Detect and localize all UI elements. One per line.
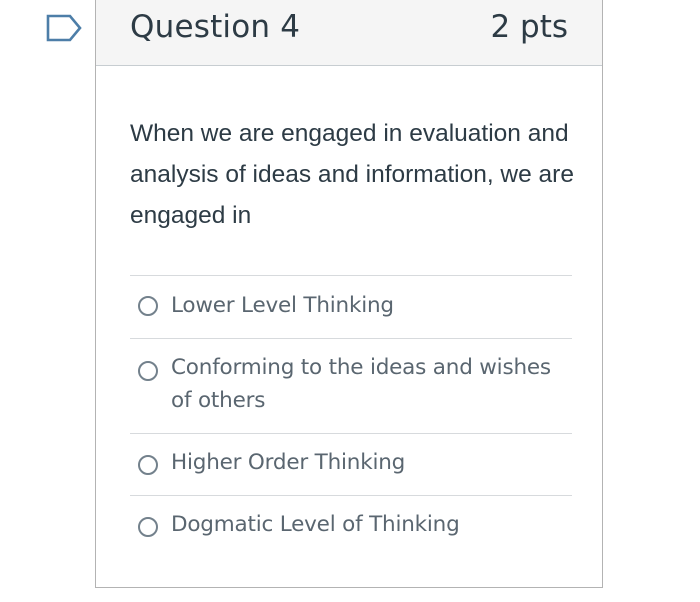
answer-option-3[interactable]: Higher Order Thinking (130, 433, 572, 495)
answer-label: Lower Level Thinking (171, 293, 394, 318)
answer-label: Conforming to the ideas and wishes of ot… (171, 355, 551, 413)
question-card: Question 4 2 pts When we are engaged in … (95, 0, 603, 588)
answer-option-4[interactable]: Dogmatic Level of Thinking (130, 495, 572, 557)
radio-button[interactable] (138, 517, 158, 537)
answer-list: Lower Level Thinking Conforming to the i… (130, 275, 572, 557)
answer-option-1[interactable]: Lower Level Thinking (130, 275, 572, 338)
answer-label: Dogmatic Level of Thinking (171, 512, 460, 537)
question-points: 2 pts (490, 9, 568, 45)
answer-label: Higher Order Thinking (171, 450, 406, 475)
answer-option-2[interactable]: Conforming to the ideas and wishes of ot… (130, 338, 572, 433)
radio-button[interactable] (138, 361, 158, 381)
radio-button[interactable] (138, 296, 158, 316)
quiz-page: Question 4 2 pts When we are engaged in … (0, 0, 700, 602)
radio-button[interactable] (138, 455, 158, 475)
bookmark-flag-icon[interactable] (45, 13, 85, 43)
question-text: When we are engaged in evaluation and an… (130, 120, 574, 229)
question-title: Question 4 (130, 9, 301, 45)
question-header: Question 4 2 pts (96, 0, 602, 66)
